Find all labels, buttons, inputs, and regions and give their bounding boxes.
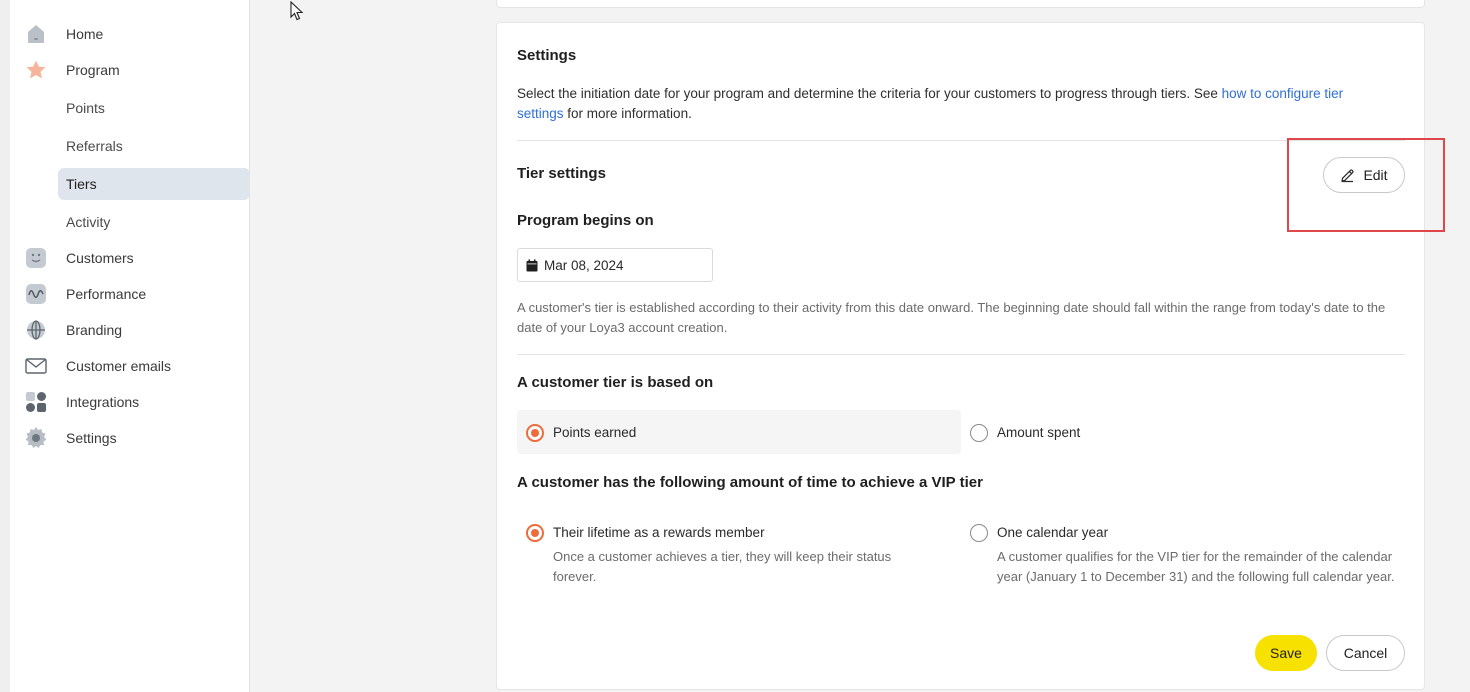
mouse-cursor-icon [290,1,304,21]
calendar-year-radio[interactable] [970,524,988,542]
description-text: Select the initiation date for your prog… [517,86,1222,101]
amount-spent-label[interactable]: Amount spent [997,425,1080,440]
sidebar-item-integrations[interactable]: Integrations [24,387,250,417]
save-button-label: Save [1270,645,1302,661]
sidebar-item-label: Integrations [66,394,140,410]
calendar-icon [526,259,538,271]
tier-settings-title: Tier settings [517,165,606,182]
amount-spent-radio[interactable] [970,424,988,442]
program-begins-title: Program begins on [517,212,654,229]
tier-based-on-title: A customer tier is based on [517,374,714,391]
star-icon [24,58,48,82]
program-begins-help-text: A customer's tier is established accordi… [517,300,1386,335]
sidebar-item-performance[interactable]: Performance [24,279,250,309]
sidebar-subitem-referrals[interactable]: Referrals [58,130,250,162]
sidebar-item-label: Settings [66,430,117,446]
lifetime-description: Once a customer achieves a tier, they wi… [553,549,892,584]
sidebar-item-label: Customers [66,250,134,266]
points-earned-radio[interactable] [526,424,544,442]
sidebar-item-customers[interactable]: Customers [24,243,250,273]
sidebar-item-customer-emails[interactable]: Customer emails [24,351,250,381]
settings-description: Select the initiation date for your prog… [517,84,1387,124]
previous-card-edge [496,0,1425,8]
sidebar-subitem-points[interactable]: Points [58,92,250,124]
globe-icon [24,318,48,342]
window-edge [0,0,10,692]
sidebar-item-branding[interactable]: Branding [24,315,250,345]
wave-icon [24,282,48,306]
sidebar-item-label: Performance [66,286,147,302]
lifetime-radio[interactable] [526,524,544,542]
highlight-annotation-box [1287,138,1445,232]
sidebar-item-label: Branding [66,322,123,338]
settings-card: Settings Select the initiation date for … [496,22,1445,690]
sidebar-item-program[interactable]: Program [24,55,250,85]
description-text-end: for more information. [563,106,692,121]
sidebar: Home Program Points Referrals Tiers Acti… [10,0,250,692]
sidebar-item-label: Home [66,26,104,42]
sidebar-subitem-activity[interactable]: Activity [58,206,250,238]
smiley-icon [24,246,48,270]
home-icon [24,22,48,46]
divider [517,354,1405,355]
divider [517,140,1405,141]
vip-time-title: A customer has the following amount of t… [517,474,983,491]
program-begins-date-input[interactable]: Mar 08, 2024 [517,248,713,282]
sidebar-subitem-tiers[interactable]: Tiers [58,168,250,200]
sidebar-item-label: Customer emails [66,358,172,374]
calendar-year-description: A customer qualifies for the VIP tier fo… [997,549,1395,584]
cancel-button-label: Cancel [1343,645,1388,661]
grid-icon [24,390,48,414]
settings-title: Settings [517,47,577,64]
cancel-button[interactable]: Cancel [1326,635,1405,671]
envelope-icon [24,354,48,378]
save-button[interactable]: Save [1255,635,1317,671]
sidebar-item-label: Program [66,62,120,78]
points-earned-label[interactable]: Points earned [553,425,636,440]
gear-icon [24,426,48,450]
calendar-year-label[interactable]: One calendar year [997,525,1108,540]
sidebar-item-settings[interactable]: Settings [24,423,250,453]
lifetime-label[interactable]: Their lifetime as a rewards member [553,525,765,540]
sidebar-item-home[interactable]: Home [24,19,250,49]
program-begins-date-value: Mar 08, 2024 [544,257,624,273]
